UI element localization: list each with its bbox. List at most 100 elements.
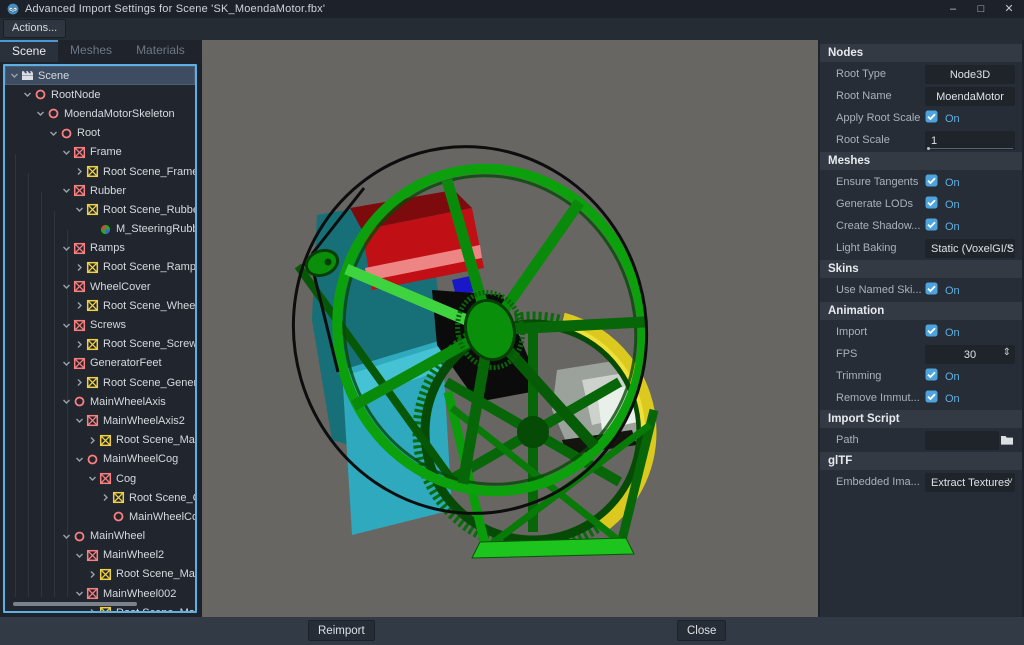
tree-row-mainwheel2[interactable]: MainWheel2 [5,546,195,565]
tree-node-label: Root Scene_Cog [129,492,195,504]
tree-row-root-scene-ramps[interactable]: Root Scene_Ramps [5,258,195,277]
chevron-down-icon[interactable] [61,147,72,158]
tree-row-generatorfeet[interactable]: GeneratorFeet [5,354,195,373]
reimport-button[interactable]: Reimport [308,620,375,641]
updown-arrows-icon[interactable]: ⇕ [1003,347,1011,358]
import-checkbox[interactable]: On [925,323,1015,342]
section-header-skins: Skins [820,260,1022,278]
chevron-right-icon[interactable] [87,435,98,446]
dialog-footer: Reimport Close [0,617,1024,645]
chevron-down-icon[interactable] [61,358,72,369]
tree-row-mainwheelaxis2[interactable]: MainWheelAxis2 [5,411,195,430]
chevron-right-icon[interactable] [100,492,111,503]
tree-row-root-scene-mainwhee[interactable]: Root Scene_MainWhee [5,565,195,584]
tree-row-root-scene-wheelcover[interactable]: Root Scene_WheelCover [5,296,195,315]
chevron-down-icon[interactable] [87,473,98,484]
minimize-button[interactable]: – [946,0,960,18]
root-type-button[interactable]: Node3D [925,65,1015,84]
checkbox-state-label: On [945,177,960,189]
chevron-down-icon[interactable] [35,108,46,119]
chevron-down-icon[interactable] [74,204,85,215]
embedded-ima-dropdown[interactable]: Extract Textures˅ [925,473,1015,492]
tree-horizontal-scrollbar[interactable] [13,602,137,606]
chevron-down-icon: ˅ [1007,242,1013,253]
chevron-down-icon[interactable] [61,281,72,292]
light-baking-dropdown[interactable]: Static (VoxelGI/S˅ [925,239,1015,258]
tree-row-root-scene-rubber[interactable]: Root Scene_Rubber [5,200,195,219]
tree-row-mainwheelaxis[interactable]: MainWheelAxis [5,392,195,411]
bone-icon [73,242,86,255]
tree-row-root-scene-screws[interactable]: Root Scene_Screws [5,335,195,354]
tree-row-root-scene-frame[interactable]: Root Scene_Frame [5,162,195,181]
create-shadow-checkbox[interactable]: On [925,217,1015,236]
checkbox-state-label: On [945,199,960,211]
chevron-down-icon[interactable] [22,89,33,100]
fps-spinner[interactable]: 30⇕ [925,345,1015,364]
chevron-down-icon[interactable] [61,320,72,331]
preview-viewport[interactable] [202,40,818,617]
tree-row-rootnode[interactable]: RootNode [5,85,195,104]
chevron-right-icon[interactable] [74,339,85,350]
tree-row-m-steeringrubber[interactable]: M_SteeringRubber [5,220,195,239]
property-row-import: ImportOn [820,322,1022,343]
checkbox-checked-icon [925,218,938,236]
tree-row-cog[interactable]: Cog [5,469,195,488]
chevron-down-icon[interactable] [74,454,85,465]
tree-row-wheelcover[interactable]: WheelCover [5,277,195,296]
tab-meshes[interactable]: Meshes [58,40,124,62]
property-row-generate-lods: Generate LODsOn [820,194,1022,215]
chevron-down-icon[interactable] [74,415,85,426]
tree-row-mainwheelcog-end[interactable]: MainWheelCog_end [5,507,195,526]
mesh-icon [99,606,112,613]
chevron-right-icon[interactable] [74,262,85,273]
tab-scene[interactable]: Scene [0,40,58,62]
close-window-button[interactable]: ✕ [1002,0,1016,18]
tree-node-label: Root [77,127,100,139]
tab-materials[interactable]: Materials [124,40,197,62]
property-label: Root Name [836,86,924,107]
tree-row-moendamotorskeleton[interactable]: MoendaMotorSkeleton [5,104,195,123]
chevron-right-icon[interactable] [87,569,98,580]
generate-lods-checkbox[interactable]: On [925,195,1015,214]
chevron-right-icon[interactable] [87,607,98,613]
tree-row-frame[interactable]: Frame [5,143,195,162]
use-named-ski-checkbox[interactable]: On [925,281,1015,300]
chevron-down-icon[interactable] [61,243,72,254]
root-name-field[interactable]: MoendaMotor [925,87,1015,106]
chevron-right-icon[interactable] [74,166,85,177]
chevron-right-icon[interactable] [74,377,85,388]
trimming-checkbox[interactable]: On [925,367,1015,386]
section-header-import-script: Import Script [820,410,1022,428]
chevron-down-icon[interactable] [61,396,72,407]
maximize-button[interactable]: □ [974,0,988,18]
chevron-down-icon[interactable] [74,550,85,561]
chevron-down-icon[interactable] [48,128,59,139]
tree-row-mainwheel002[interactable]: MainWheel002 [5,584,195,603]
mesh-icon [86,299,99,312]
tree-row-ramps[interactable]: Ramps [5,239,195,258]
tree-row-root-scene-cog[interactable]: Root Scene_Cog [5,488,195,507]
tree-row-mainwheel[interactable]: MainWheel [5,527,195,546]
apply-root-scale-checkbox[interactable]: On [925,109,1015,128]
chevron-right-icon[interactable] [74,300,85,311]
close-button[interactable]: Close [677,620,726,641]
tree-row-mainwheelcog[interactable]: MainWheelCog [5,450,195,469]
chevron-down-icon[interactable] [74,588,85,599]
tree-row-root-scene-mainwheela[interactable]: Root Scene_MainWheelA [5,431,195,450]
slider-grabber[interactable] [927,147,930,150]
path-field[interactable] [925,431,999,450]
tree-row-screws[interactable]: Screws [5,315,195,334]
checkbox-state-label: On [945,221,960,233]
tree-row-root[interactable]: Root [5,124,195,143]
tree-row-scene[interactable]: Scene [5,66,195,85]
checkbox-state-label: On [945,285,960,297]
tree-row-root-scene-generatorfee[interactable]: Root Scene_GeneratorFee [5,373,195,392]
remove-immut-checkbox[interactable]: On [925,389,1015,408]
folder-icon[interactable] [1000,433,1015,448]
chevron-down-icon[interactable] [61,531,72,542]
tree-row-rubber[interactable]: Rubber [5,181,195,200]
actions-menu-button[interactable]: Actions... [3,19,66,38]
chevron-down-icon[interactable] [9,70,20,81]
ensure-tangents-checkbox[interactable]: On [925,173,1015,192]
chevron-down-icon[interactable] [61,185,72,196]
